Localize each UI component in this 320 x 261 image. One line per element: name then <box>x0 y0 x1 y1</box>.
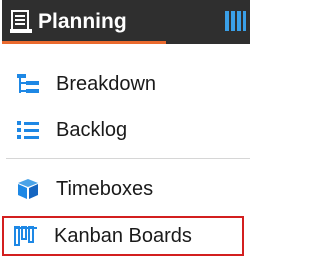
menu-item-backlog[interactable]: Backlog <box>6 112 242 148</box>
menu-divider <box>6 158 250 159</box>
menu-item-label: Breakdown <box>56 73 157 95</box>
planning-dropdown-menu: Breakdown Backlog Timeboxes Kanban Board… <box>0 48 250 261</box>
tab-planning-label: Planning <box>38 10 127 33</box>
hierarchy-tree-icon <box>17 74 39 93</box>
active-tab-indicator <box>2 41 166 44</box>
kanban-board-icon <box>14 226 37 246</box>
tab-planning[interactable]: Planning <box>2 0 166 44</box>
columns-icon <box>225 11 246 31</box>
menu-item-label: Backlog <box>56 119 128 141</box>
menu-item-timeboxes[interactable]: Timeboxes <box>6 171 242 207</box>
bullet-list-icon <box>17 121 39 139</box>
tab-next[interactable] <box>166 0 250 44</box>
menu-item-label: Kanban Boards <box>54 225 192 247</box>
menu-item-label: Timeboxes <box>56 178 154 200</box>
top-navigation-bar: Planning <box>0 0 250 48</box>
document-list-icon <box>10 10 32 33</box>
planning-menu-screen: Planning Breakdown Backlog Timeboxes Kan… <box>0 0 250 261</box>
cube-stack-icon <box>18 179 38 199</box>
menu-item-kanban-boards[interactable]: Kanban Boards <box>2 216 244 256</box>
menu-item-breakdown[interactable]: Breakdown <box>6 66 242 102</box>
